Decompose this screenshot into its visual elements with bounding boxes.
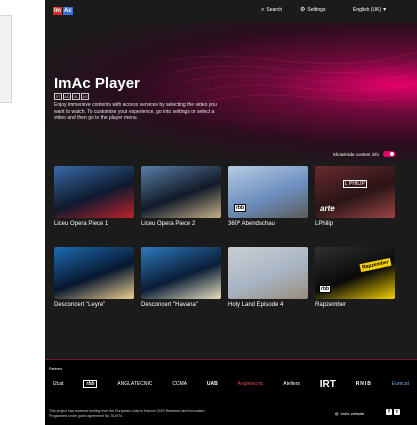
partner-logo-rnib[interactable]: RNIB xyxy=(356,381,372,387)
language-label: English (UK) xyxy=(353,7,382,13)
audio-description-icon: AD xyxy=(63,93,71,100)
video-title: Liceu Opera Piece 2 xyxy=(141,221,196,227)
partner-logo-eurecat[interactable]: Eurecat xyxy=(392,381,409,387)
video-title: Desconcert "Leyre" xyxy=(54,302,106,308)
imac-website-link[interactable]: ◍ ImAc website xyxy=(335,411,364,416)
twitter-icon[interactable]: t xyxy=(394,409,400,415)
partner-logo-anglatecnic[interactable]: ANGLATECNIC xyxy=(117,381,152,387)
logo-ac: Ac xyxy=(63,7,73,15)
content-info-toggle[interactable] xyxy=(383,151,395,157)
arte-logo: arte xyxy=(320,204,335,213)
rapzember-stamp: Rapzember xyxy=(359,257,392,273)
settings-label: Settings xyxy=(307,7,326,13)
footer: Partners i2cat rbb ANGLATECNIC CCMA UAB … xyxy=(45,359,417,425)
partner-logos: i2cat rbb ANGLATECNIC CCMA UAB Anglatecn… xyxy=(53,374,409,394)
globe-icon: ◍ xyxy=(335,411,339,416)
lphilip-logo: L PHILIP xyxy=(343,180,367,188)
settings-link[interactable]: ⚙ Settings xyxy=(300,7,325,13)
hero-banner xyxy=(45,22,417,162)
website-label: ImAc website xyxy=(340,411,365,416)
toggle-label: Show/Hide content info xyxy=(332,151,379,157)
chevron-down-icon: ▾ xyxy=(383,7,387,13)
imac-logo[interactable]: Im Ac xyxy=(53,7,73,15)
video-thumbnail: L PHILIP arte xyxy=(315,166,395,218)
search-link[interactable]: ⌕ Search xyxy=(261,7,282,13)
rbb-badge: rbb xyxy=(319,285,332,293)
video-card[interactable]: Holy Land Episode 4 xyxy=(228,247,308,308)
video-thumbnail xyxy=(54,166,134,218)
page-title: ImAc Player xyxy=(54,75,140,92)
access-services-icons: ST AD SL AS xyxy=(54,93,89,100)
language-select[interactable]: English (UK) ▾ xyxy=(353,7,386,13)
hero-wave-lines xyxy=(164,51,417,103)
top-bar: Im Ac ⌕ Search ⚙ Settings English (UK) ▾ xyxy=(45,0,417,22)
video-card[interactable]: rbb Rapzember Rapzember xyxy=(315,247,395,308)
video-card[interactable]: L PHILIP arte LPhilip xyxy=(315,166,395,227)
audio-subtitles-icon: AS xyxy=(81,93,89,100)
video-card[interactable]: Liceu Opera Piece 2 xyxy=(141,166,221,227)
partner-logo-rbb[interactable]: rbb xyxy=(83,380,98,388)
video-thumbnail: rbb xyxy=(228,166,308,218)
gear-icon: ⚙ xyxy=(300,7,306,13)
rbb-badge: rbb xyxy=(234,204,247,212)
video-card[interactable]: Desconcert "Leyre" xyxy=(54,247,134,308)
video-title: Liceu Opera Piece 1 xyxy=(54,221,109,227)
partner-logo-anglatecnic-red[interactable]: Anglatecnic xyxy=(238,381,264,387)
video-card[interactable]: rbb 360º Abendschau xyxy=(228,166,308,227)
partner-logo-irt[interactable]: IRT xyxy=(320,379,336,390)
social-links: f t xyxy=(386,409,400,415)
partner-logo-ccma[interactable]: CCMA xyxy=(172,381,187,387)
partners-label: Partners xyxy=(49,367,63,371)
video-card[interactable]: Liceu Opera Piece 1 xyxy=(54,166,134,227)
subtitles-icon: ST xyxy=(54,93,62,100)
funding-notice: This project has received funding from t… xyxy=(49,409,205,418)
video-title: 360º Abendschau xyxy=(228,221,275,227)
video-thumbnail: rbb Rapzember xyxy=(315,247,395,299)
side-panel xyxy=(0,15,12,103)
facebook-icon[interactable]: f xyxy=(386,409,392,415)
video-card[interactable]: Desconcert "Havana" xyxy=(141,247,221,308)
video-thumbnail xyxy=(141,166,221,218)
imac-player-app: Im Ac ⌕ Search ⚙ Settings English (UK) ▾… xyxy=(45,0,417,425)
search-icon: ⌕ xyxy=(261,7,265,13)
video-title: Holy Land Episode 4 xyxy=(228,302,284,308)
video-title: Desconcert "Havana" xyxy=(141,302,198,308)
partner-logo-i2cat[interactable]: i2cat xyxy=(53,381,64,387)
video-thumbnail xyxy=(54,247,134,299)
logo-im: Im xyxy=(53,7,63,15)
video-thumbnail xyxy=(141,247,221,299)
video-thumbnail xyxy=(228,247,308,299)
hero-description: Enjoy immersive contents with access ser… xyxy=(54,102,217,122)
partner-logo-ateliers[interactable]: Ateliers xyxy=(283,381,300,387)
partner-logo-uab[interactable]: UAB xyxy=(207,381,218,387)
video-title: LPhilip xyxy=(315,221,334,227)
search-label: Search xyxy=(266,7,283,13)
sign-language-icon: SL xyxy=(72,93,80,100)
video-title: Rapzember xyxy=(315,302,347,308)
content-info-toggle-row: Show/Hide content info xyxy=(333,151,395,157)
